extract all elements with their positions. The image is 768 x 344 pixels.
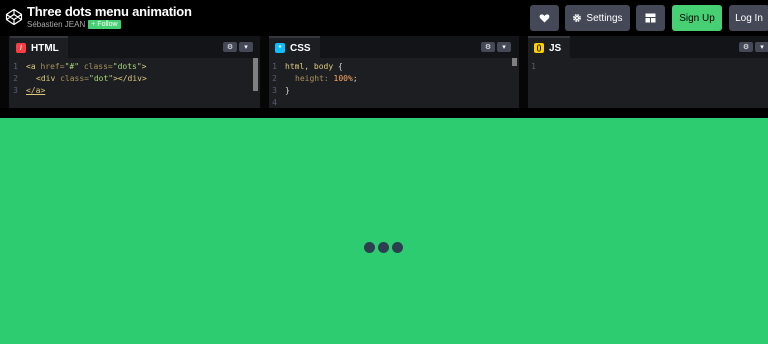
code-line: 3 } (272, 86, 290, 95)
tab-html[interactable]: / HTML (10, 36, 68, 58)
css-code[interactable]: 1 html, body { 2 height: 100%; 3 } 4 (269, 58, 519, 108)
result-preview (0, 118, 768, 344)
dots-menu[interactable] (364, 242, 403, 253)
sign-up-button[interactable]: Sign Up (672, 5, 722, 31)
gear-icon[interactable]: ⚙ (223, 42, 237, 52)
resizer[interactable] (260, 36, 269, 108)
chevron-down-icon[interactable]: ▾ (239, 42, 253, 52)
code-line: 1 (531, 62, 536, 71)
code-line: 2 height: 100%; (272, 74, 358, 83)
html-editor[interactable]: / HTML ⚙ ▾ 1 <a href="#" class="dots"> 2… (10, 36, 260, 108)
html-badge-icon: / (16, 43, 26, 53)
heart-button[interactable] (530, 5, 559, 31)
dot (392, 242, 403, 253)
resizer[interactable] (519, 36, 528, 108)
codepen-logo-icon[interactable] (5, 8, 23, 26)
follow-button[interactable]: + Follow (88, 20, 121, 29)
tab-js-label: JS (549, 42, 562, 54)
dot (364, 242, 375, 253)
js-editor[interactable]: () JS ⚙ ▾ 1 (528, 36, 768, 108)
settings-button[interactable]: Settings (565, 5, 630, 31)
tab-css[interactable]: * CSS (269, 36, 320, 58)
gear-icon (573, 14, 582, 22)
layout-grid-icon (645, 13, 656, 23)
scrollbar[interactable] (512, 58, 517, 66)
js-tab-bar: () JS ⚙ ▾ (528, 36, 768, 58)
css-badge-icon: * (275, 43, 285, 53)
code-line: 1 <a href="#" class="dots"> (13, 62, 147, 71)
author-name[interactable]: Sébastien JEAN (27, 20, 85, 29)
code-line: 3 </a> (13, 86, 46, 95)
dot (378, 242, 389, 253)
pen-title: Three dots menu animation (27, 4, 192, 19)
change-view-button[interactable] (636, 5, 665, 31)
heart-icon (539, 14, 550, 23)
js-badge-icon: () (534, 43, 544, 53)
tab-js[interactable]: () JS (528, 36, 571, 58)
html-tab-bar: / HTML ⚙ ▾ (10, 36, 260, 58)
html-code[interactable]: 1 <a href="#" class="dots"> 2 <div class… (10, 58, 260, 108)
chevron-down-icon[interactable]: ▾ (755, 42, 768, 52)
gear-icon[interactable]: ⚙ (481, 42, 495, 52)
code-line: 2 <div class="dot"></div> (13, 74, 147, 83)
css-tab-bar: * CSS ⚙ ▾ (269, 36, 519, 58)
gear-icon[interactable]: ⚙ (739, 42, 753, 52)
css-editor[interactable]: * CSS ⚙ ▾ 1 html, body { 2 height: 100%;… (269, 36, 519, 108)
editors-panel: / HTML ⚙ ▾ 1 <a href="#" class="dots"> 2… (0, 36, 768, 108)
tab-html-label: HTML (31, 42, 59, 54)
top-header: Three dots menu animation Sébastien JEAN… (0, 0, 768, 36)
author-row: Sébastien JEAN + Follow (27, 20, 121, 29)
code-line: 1 html, body { (272, 62, 343, 71)
chevron-down-icon[interactable]: ▾ (497, 42, 511, 52)
js-code[interactable]: 1 (528, 58, 768, 108)
log-in-button[interactable]: Log In (729, 5, 768, 31)
scrollbar[interactable] (253, 58, 258, 91)
preview-resize-bar[interactable] (0, 108, 768, 118)
resizer[interactable] (0, 36, 9, 108)
settings-label: Settings (586, 12, 623, 24)
tab-css-label: CSS (290, 42, 311, 54)
